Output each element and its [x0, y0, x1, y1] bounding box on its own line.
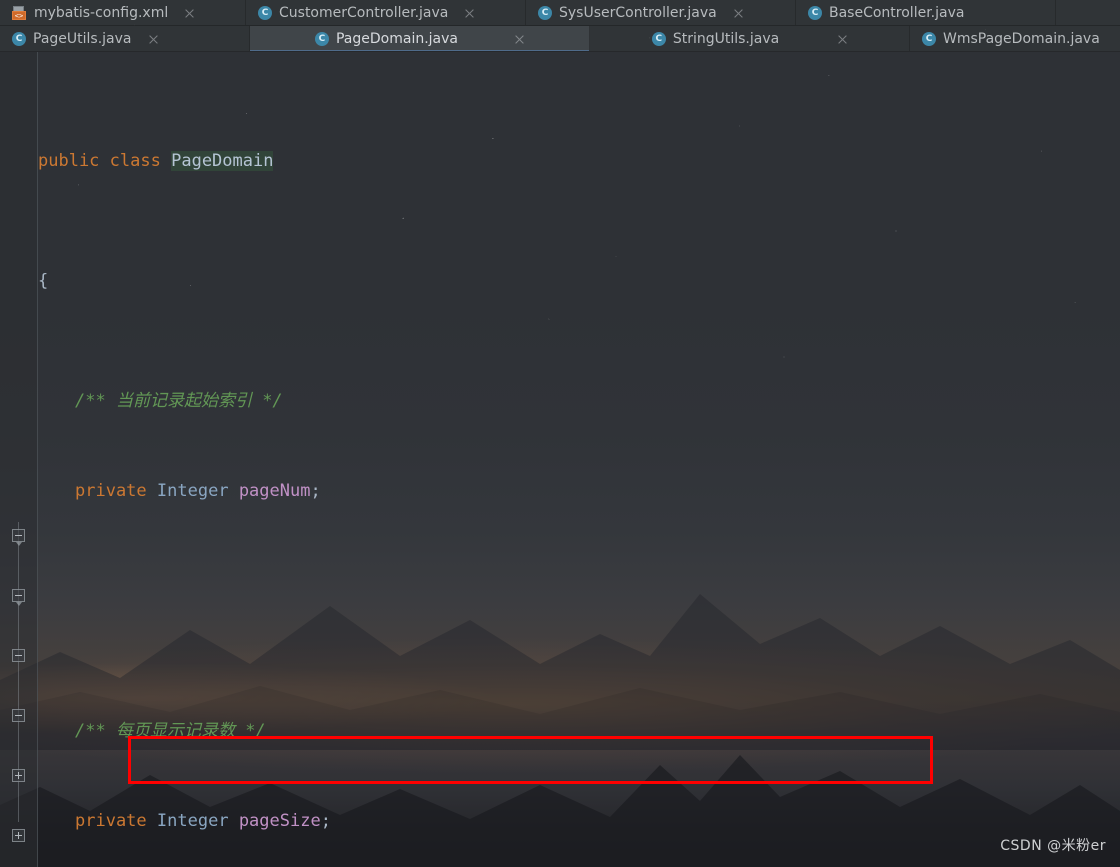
ide-window: <> mybatis-config.xml C CustomerControll…	[0, 0, 1120, 867]
java-class-icon: C	[538, 6, 552, 20]
tab-label: StringUtils.java	[672, 31, 780, 47]
tab-close-icon[interactable]	[836, 33, 849, 46]
java-class-icon: C	[258, 6, 272, 20]
tab-label: PageUtils.java	[33, 31, 132, 47]
xml-file-icon: <>	[12, 5, 27, 21]
tab-wmspagedomain-java[interactable]: C WmsPageDomain.java	[910, 26, 1120, 51]
tab-mybatis-config-xml[interactable]: <> mybatis-config.xml	[0, 0, 246, 25]
tab-customercontroller-java[interactable]: C CustomerController.java	[246, 0, 526, 25]
code-line: /** 当前记录起始索引 */	[75, 391, 283, 411]
code-content[interactable]: public class PageDomain { /** 当前记录起始索引 *…	[38, 52, 1120, 867]
tab-pageutils-java[interactable]: C PageUtils.java	[0, 26, 250, 51]
fold-marker-collapse-if[interactable]	[12, 589, 25, 606]
comment-text: 每页显示记录数	[115, 721, 235, 741]
code-line: private Integer pageNum;	[75, 481, 321, 501]
fold-marker-collapse-method[interactable]	[12, 529, 25, 546]
code-line: public class PageDomain	[38, 151, 274, 171]
class-name-token: PageDomain	[171, 151, 274, 171]
java-class-icon: C	[808, 6, 822, 20]
tab-close-icon[interactable]	[183, 7, 196, 20]
tab-label: mybatis-config.xml	[34, 5, 169, 21]
tab-label: WmsPageDomain.java	[943, 31, 1100, 47]
tab-pagedomain-java[interactable]: C PageDomain.java	[250, 26, 590, 51]
java-class-icon: C	[651, 32, 666, 46]
tab-close-icon[interactable]	[463, 7, 476, 20]
editor-tab-row-1: <> mybatis-config.xml C CustomerControll…	[0, 0, 1120, 26]
java-class-icon: C	[314, 32, 329, 46]
java-class-icon: C	[12, 32, 26, 46]
tab-label: BaseController.java	[829, 5, 965, 21]
code-line: private Integer pageSize;	[75, 811, 331, 831]
comment-text: 当前记录起始索引	[115, 391, 252, 411]
code-line: /** 每页显示记录数 */	[75, 721, 266, 741]
fold-marker-expand-getpagenum[interactable]	[12, 769, 25, 782]
tab-label: SysUserController.java	[559, 5, 717, 21]
csdn-watermark: CSDN @米粉er	[1000, 838, 1106, 854]
tab-basecontroller-java[interactable]: C BaseController.java	[796, 0, 1056, 25]
fold-marker-collapse-block-2[interactable]	[12, 709, 25, 722]
tab-close-icon[interactable]	[513, 33, 526, 46]
editor-tab-row-2: C PageUtils.java C PageDomain.java C Str…	[0, 26, 1120, 52]
fold-marker-collapse-block[interactable]	[12, 649, 25, 662]
tab-close-icon[interactable]	[732, 7, 745, 20]
tab-stringutils-java[interactable]: C StringUtils.java	[590, 26, 910, 51]
tab-sysusercontroller-java[interactable]: C SysUserController.java	[526, 0, 796, 25]
tab-close-icon[interactable]	[147, 33, 160, 46]
java-class-icon: C	[922, 32, 936, 46]
fold-marker-expand-setpagenum[interactable]	[12, 829, 25, 842]
tab-label: PageDomain.java	[335, 31, 458, 47]
code-editor[interactable]: public class PageDomain { /** 当前记录起始索引 *…	[0, 52, 1120, 867]
editor-fold-gutter[interactable]	[0, 52, 38, 867]
tab-label: CustomerController.java	[279, 5, 449, 21]
code-line: {	[38, 271, 49, 291]
